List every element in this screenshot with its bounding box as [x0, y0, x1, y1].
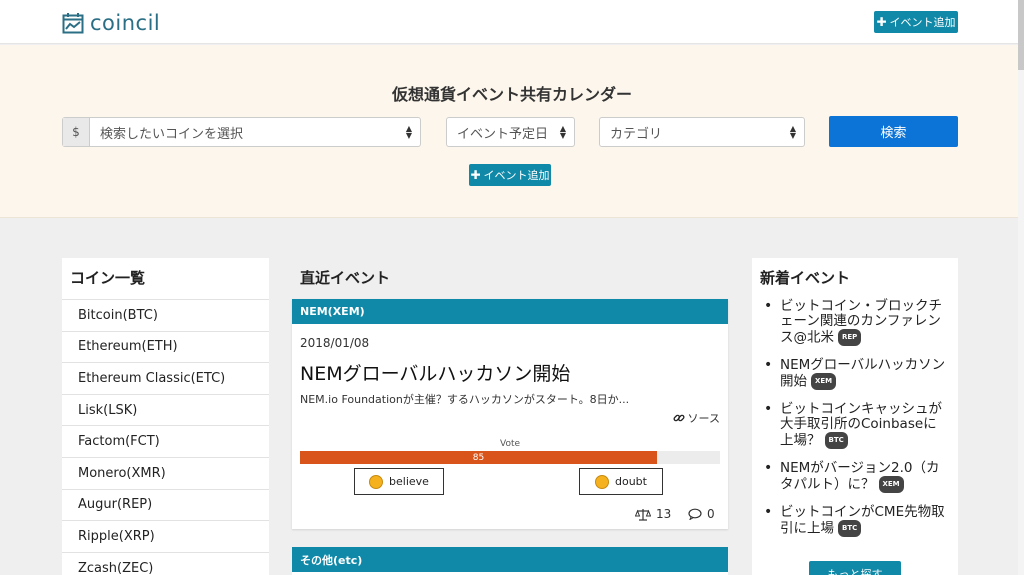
new-event-item[interactable]: ビットコインがCME先物取引に上場BTC	[764, 505, 948, 537]
link-icon	[673, 414, 685, 422]
balance-scale-icon	[635, 508, 651, 521]
coin-select-placeholder: 検索したいコインを選択	[100, 126, 244, 142]
category-select[interactable]: カテゴリ ▲ ▼	[599, 117, 805, 147]
event-category-header[interactable]: その他(etc)	[292, 547, 728, 572]
event-title[interactable]: NEMグローバルハッカソン開始	[300, 359, 570, 386]
sort-caret-icon: ▲ ▼	[789, 124, 796, 140]
date-select-value: イベント予定日	[457, 126, 549, 142]
hero-add-event-label: イベント追加	[483, 169, 550, 182]
coin-badge: BTC	[838, 520, 862, 537]
coin-badge: XEM	[811, 373, 837, 390]
new-events-list: ビットコイン・ブロックチェーン関連のカンファレンス@北米REP NEMグローバル…	[752, 299, 958, 537]
coin-list-item[interactable]: Factom(FCT)	[62, 425, 269, 457]
new-events-title: 新着イベント	[760, 269, 851, 287]
coin-select[interactable]: $ 検索したいコインを選択 ▲ ▼	[62, 117, 421, 147]
coin-badge: BTC	[824, 432, 848, 449]
plus-icon: ✚	[470, 168, 481, 182]
source-label: ソース	[687, 412, 720, 425]
coin-list-item[interactable]: Augur(REP)	[62, 488, 269, 521]
new-event-text: NEMグローバルハッカソン開始	[780, 357, 946, 390]
logo[interactable]: coincil	[62, 11, 160, 35]
source-link[interactable]: ソース	[673, 410, 720, 426]
sort-caret-icon: ▲ ▼	[559, 124, 566, 140]
coin-list-item[interactable]: Ethereum(ETH)	[62, 330, 269, 363]
new-event-item[interactable]: ビットコイン・ブロックチェーン関連のカンファレンス@北米REP	[764, 299, 948, 346]
vote-label: Vote	[499, 439, 521, 449]
logo-text: coincil	[90, 11, 161, 35]
plus-icon: ✚	[876, 15, 887, 29]
add-event-label: イベント追加	[889, 16, 956, 29]
new-events-panel: 新着イベント ビットコイン・ブロックチェーン関連のカンファレンス@北米REP N…	[752, 258, 958, 575]
search-hero: 仮想通貨イベント共有カレンダー $ 検索したいコインを選択 ▲ ▼ イベント予定日…	[0, 45, 1024, 218]
new-event-text: ビットコインキャッシュが大手取引所のCoinbaseに上場？	[780, 401, 942, 449]
dollar-prefix: $	[63, 118, 90, 146]
calendar-chart-icon	[62, 13, 84, 34]
event-description: NEM.io Foundationが主催？するハッカソンがスタート。8日か...	[300, 393, 630, 406]
search-button[interactable]: 検索	[829, 116, 958, 147]
coin-badge: REP	[838, 329, 862, 346]
scrollbar-thumb[interactable]	[1018, 0, 1024, 70]
doubt-label: doubt	[615, 475, 647, 488]
scale-count[interactable]: 13	[635, 507, 671, 521]
surprised-face-icon	[369, 474, 384, 489]
coin-list-item[interactable]: Lisk(LSK)	[62, 393, 269, 426]
new-event-item[interactable]: NEMグローバルハッカソン開始XEM	[764, 358, 948, 390]
coin-list-item[interactable]: Ethereum Classic(ETC)	[62, 362, 269, 394]
coin-list-item[interactable]: Bitcoin(BTC)	[62, 299, 269, 331]
coin-list-item[interactable]: Zcash(ZEC)	[62, 551, 269, 575]
coin-list-item[interactable]: Ripple(XRP)	[62, 520, 269, 552]
comment-count[interactable]: 0	[688, 507, 715, 521]
event-date: 2018/01/08	[300, 336, 370, 350]
new-event-item[interactable]: NEMがバージョン2.0（カタパルト）に？XEM	[764, 461, 948, 493]
new-event-text: NEMがバージョン2.0（カタパルト）に？	[780, 460, 940, 493]
believe-button[interactable]: believe	[354, 468, 444, 495]
vote-progress-bar: 85	[300, 451, 720, 464]
believe-label: believe	[389, 475, 429, 488]
coin-list-item[interactable]: Monero(XMR)	[62, 456, 269, 489]
new-event-item[interactable]: ビットコインキャッシュが大手取引所のCoinbaseに上場？BTC	[764, 402, 948, 449]
hero-add-event-button[interactable]: ✚ イベント追加	[469, 164, 551, 186]
sort-caret-icon: ▲ ▼	[405, 124, 412, 140]
comment-icon	[688, 508, 702, 520]
vote-progress-fill: 85	[300, 451, 657, 464]
thinking-face-icon	[595, 474, 609, 489]
doubt-button[interactable]: doubt	[579, 468, 663, 495]
comment-count-value: 0	[707, 507, 715, 521]
coin-list-panel: コイン一覧 Bitcoin(BTC) Ethereum(ETH) Ethereu…	[62, 258, 269, 575]
coin-list-title: コイン一覧	[70, 269, 146, 287]
event-card[interactable]: その他(etc)	[292, 547, 728, 575]
page-scrollbar[interactable]	[1018, 0, 1024, 575]
category-select-value: カテゴリ	[610, 126, 663, 142]
recent-events-title: 直近イベント	[300, 269, 391, 287]
date-select[interactable]: イベント予定日 ▲ ▼	[446, 117, 575, 147]
event-card[interactable]: NEM(XEM) 2018/01/08 NEMグローバルハッカソン開始 NEM.…	[292, 299, 728, 529]
page-title: 仮想通貨イベント共有カレンダー	[391, 85, 632, 104]
new-event-text: ビットコインがCME先物取引に上場	[780, 504, 945, 537]
scale-count-value: 13	[656, 507, 672, 521]
add-event-button[interactable]: ✚ イベント追加	[874, 11, 958, 33]
top-header: coincil ✚ イベント追加	[0, 0, 1024, 44]
event-coin-header[interactable]: NEM(XEM)	[292, 299, 728, 324]
coin-badge: XEM	[878, 476, 904, 493]
more-events-button[interactable]: もっと探す	[809, 561, 901, 575]
